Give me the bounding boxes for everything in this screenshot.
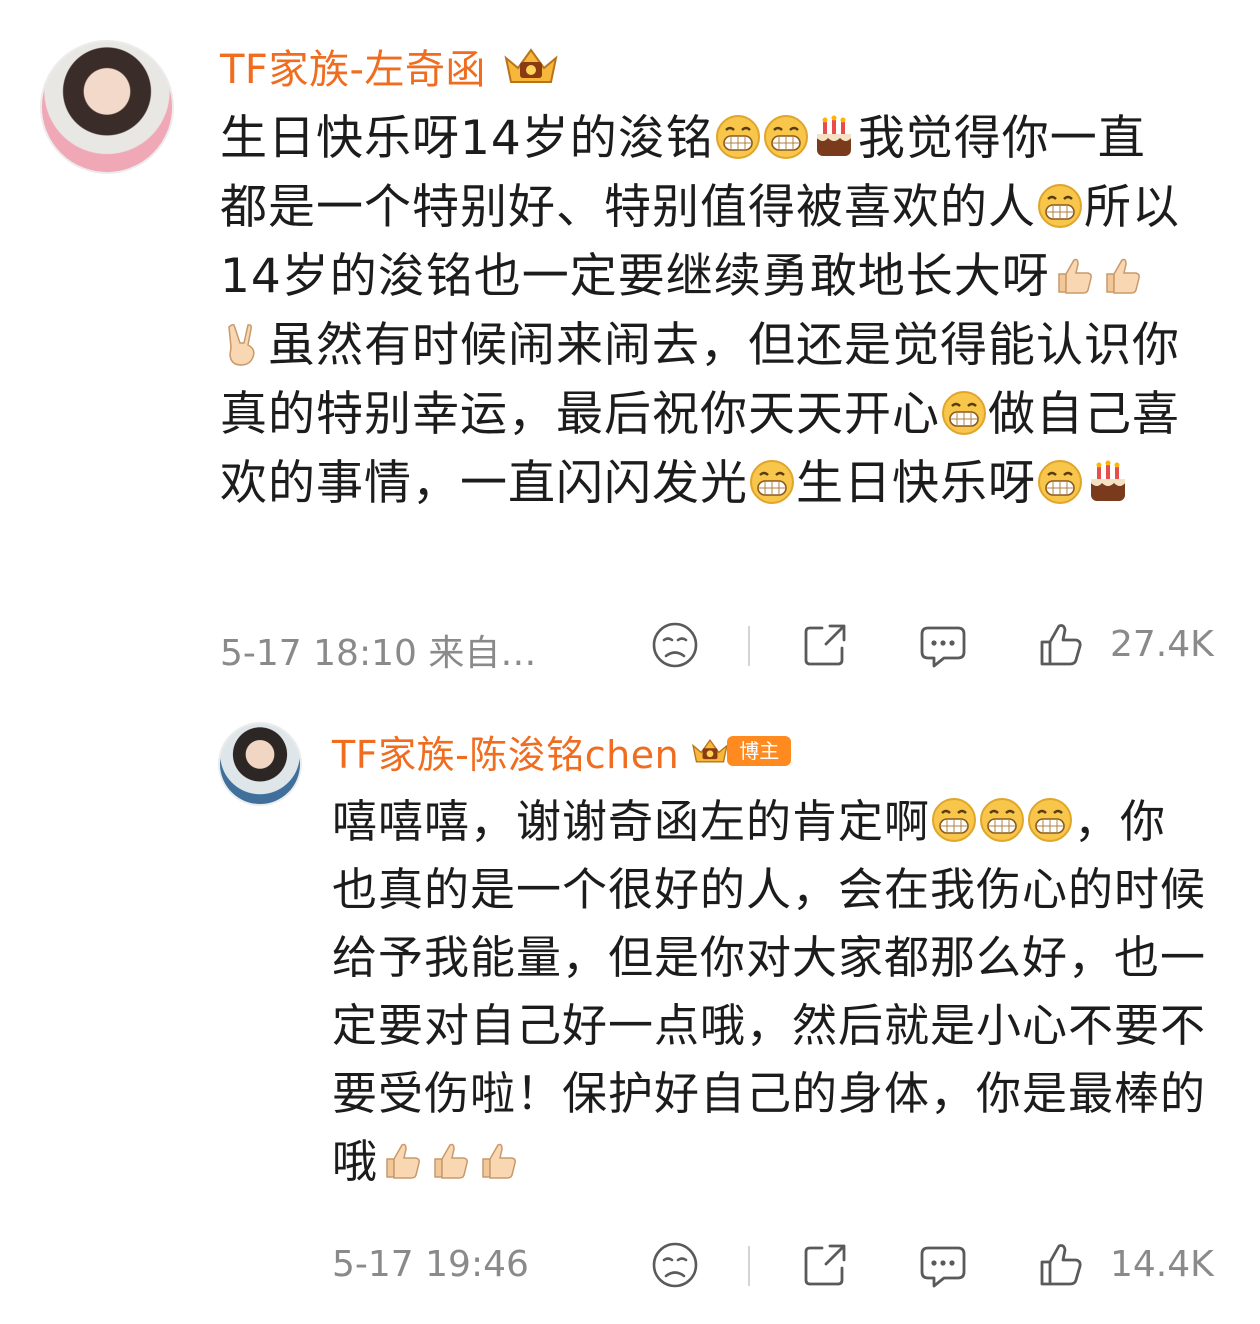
thumbs-emoji-icon (475, 1137, 521, 1183)
grin-emoji-icon (715, 114, 761, 160)
comment-time: 5-17 18:10 来自… (220, 633, 537, 674)
sad-face-icon[interactable] (650, 620, 700, 670)
comment-text: 嘻嘻嘻，谢谢奇函左的肯定啊 ，你也真的是一个很好的人，会在我伤心的时候给予我能量，… (332, 788, 1212, 1196)
thumbs-emoji-icon (427, 1137, 473, 1183)
avatar[interactable] (40, 40, 174, 174)
thumbs-up-icon[interactable] (1036, 1240, 1086, 1290)
comment-item: TF家族-左奇函 生日快乐呀14岁的浚铭 我觉得你一直都是一个特别好、特别值得被喜… (0, 0, 1260, 700)
cake-emoji-icon (811, 114, 857, 160)
comment-actions: 5-17 18:10 来自… 27.4K (0, 620, 1260, 674)
blogger-badge: 博主 (727, 736, 792, 766)
grin-emoji-icon (979, 797, 1025, 843)
victory-emoji-icon (221, 321, 267, 367)
cake-emoji-icon (1085, 459, 1131, 505)
text-segment: 嘻嘻嘻，谢谢奇函左的肯定啊 (332, 795, 931, 848)
comment-actions: 5-17 19:46 14.4K (0, 1240, 1260, 1290)
sad-face-icon[interactable] (650, 1240, 700, 1290)
grin-emoji-icon (941, 390, 987, 436)
author-row: TF家族-陈浚铭chen 博主 (332, 724, 792, 779)
share-icon[interactable] (800, 620, 850, 670)
thumbs-emoji-icon (1099, 252, 1145, 298)
author-name[interactable]: TF家族-左奇函 (220, 37, 486, 95)
author-name[interactable]: TF家族-陈浚铭chen (332, 724, 679, 779)
text-segment: 生日快乐呀14岁的浚铭 (220, 111, 714, 166)
share-icon[interactable] (800, 1240, 850, 1290)
thumbs-emoji-icon (1051, 252, 1097, 298)
avatar[interactable] (218, 722, 302, 806)
thumbs-emoji-icon (379, 1137, 425, 1183)
like-count: 27.4K (1110, 624, 1214, 665)
grin-emoji-icon (749, 459, 795, 505)
divider (748, 626, 750, 666)
grin-emoji-icon (1027, 797, 1073, 843)
comment-icon[interactable] (918, 620, 968, 670)
grin-emoji-icon (931, 797, 977, 843)
crown-badge-icon (692, 739, 729, 763)
text-segment: ，你也真的是一个很好的人，会在我伤心的时候给予我能量，但是你对大家都那么好，也一… (332, 795, 1207, 1188)
text-segment: 生日快乐呀 (796, 456, 1036, 511)
divider (748, 1246, 750, 1286)
comment-time: 5-17 19:46 (332, 1244, 529, 1285)
grin-emoji-icon (1037, 459, 1083, 505)
thumbs-up-icon[interactable] (1036, 620, 1086, 670)
author-row: TF家族-左奇函 (220, 38, 562, 94)
comment-text: 生日快乐呀14岁的浚铭 我觉得你一直都是一个特别好、特别值得被喜欢的人 所以14岁的… (220, 104, 1180, 518)
grin-emoji-icon (1037, 183, 1083, 229)
reply-item: TF家族-陈浚铭chen 博主 嘻嘻嘻，谢谢奇函左的肯定啊 ，你也真的是一个很好的… (0, 700, 1260, 1324)
like-count: 14.4K (1110, 1244, 1214, 1285)
crown-badge-icon (504, 48, 558, 83)
comment-icon[interactable] (918, 1240, 968, 1290)
grin-emoji-icon (763, 114, 809, 160)
